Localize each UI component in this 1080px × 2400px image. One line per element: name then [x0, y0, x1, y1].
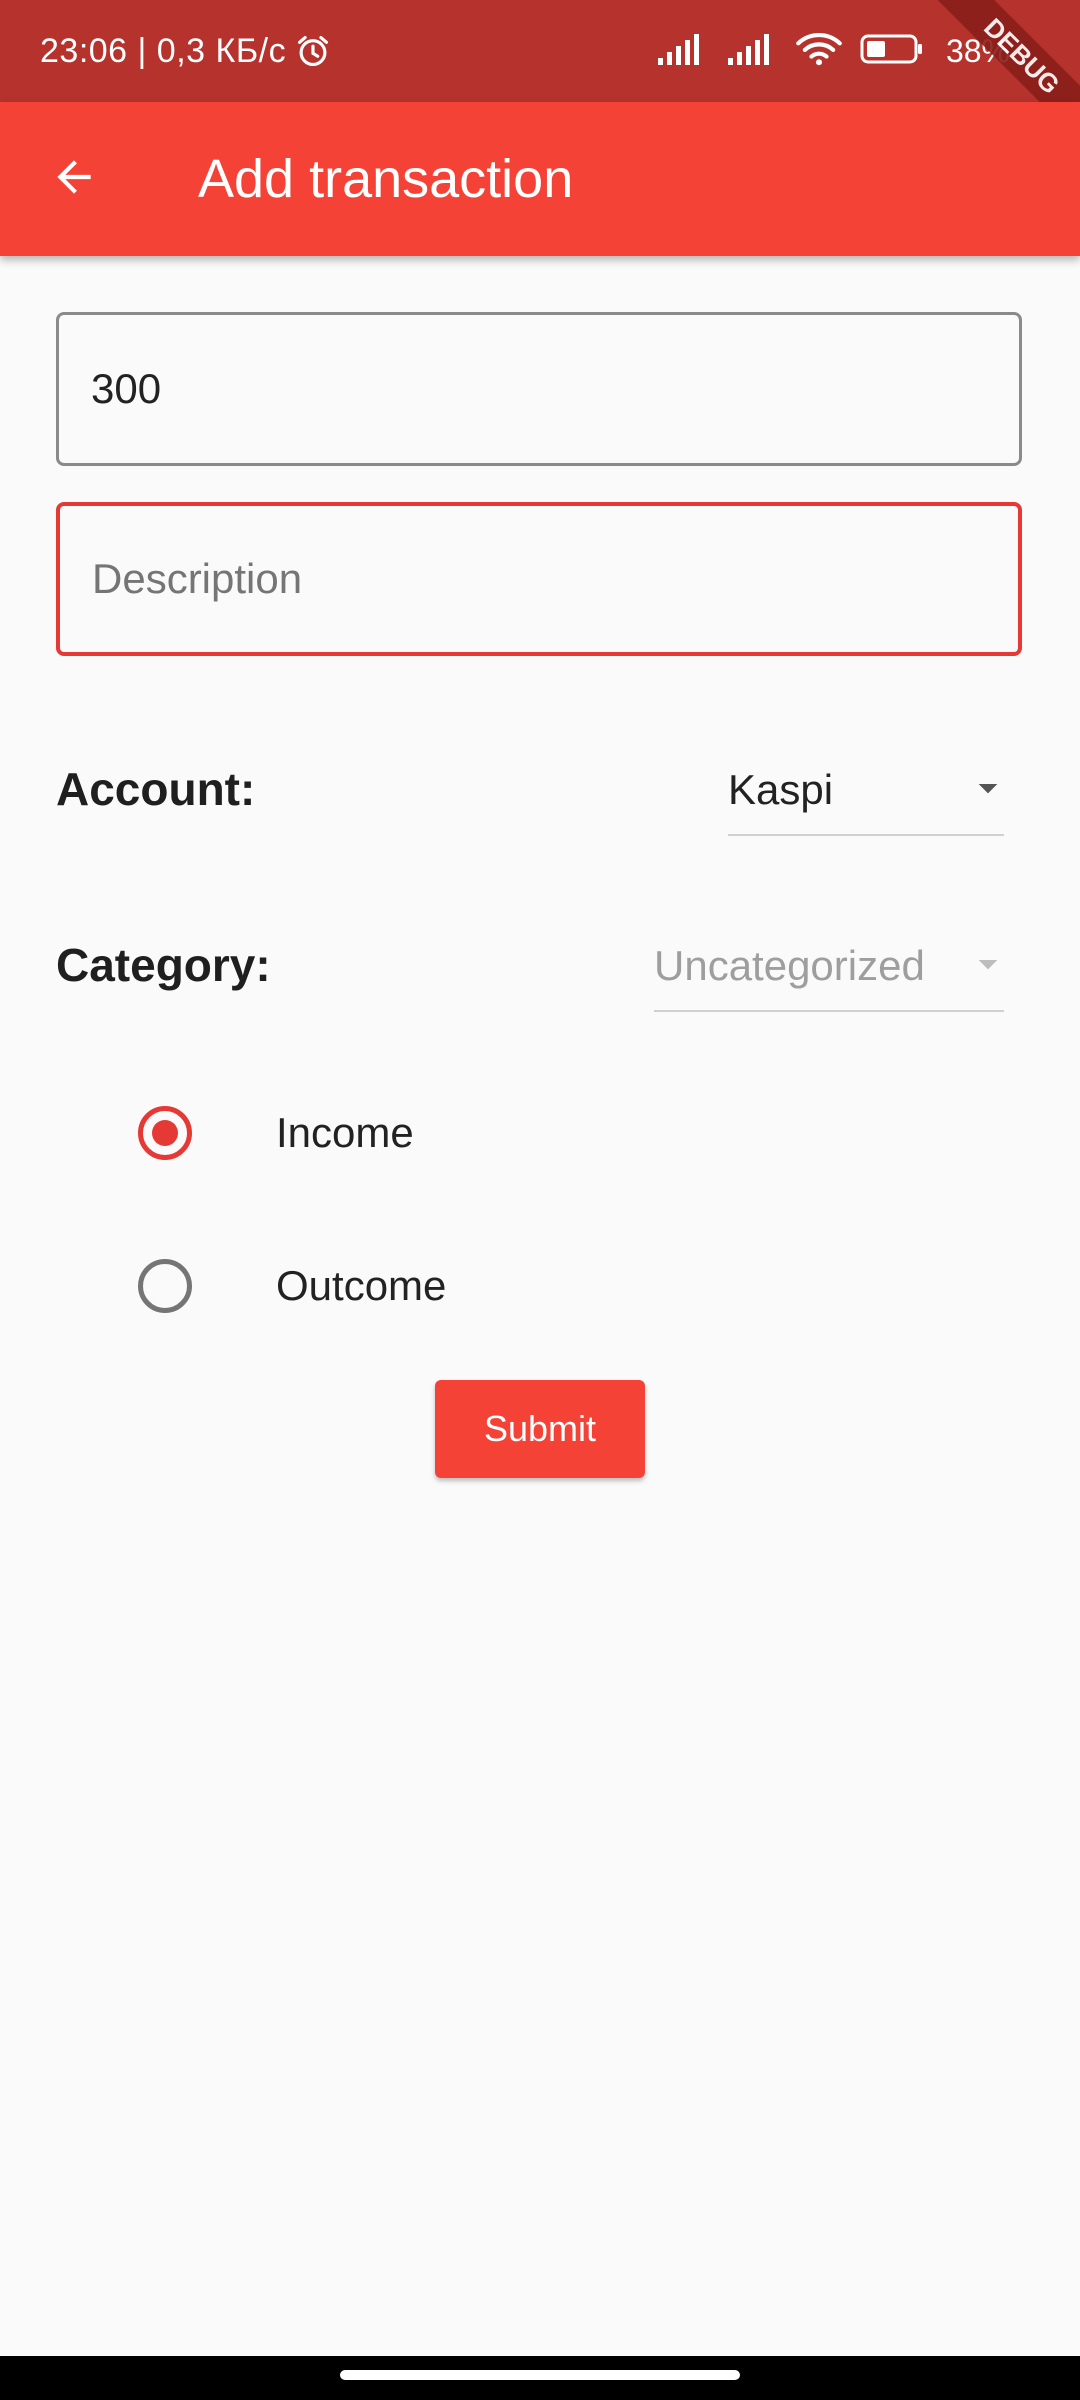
- back-button[interactable]: [36, 141, 112, 217]
- radio-dot: [152, 1120, 178, 1146]
- battery-icon: [860, 33, 924, 70]
- page-title: Add transaction: [198, 149, 574, 209]
- radio-label-outcome: Outcome: [276, 1262, 447, 1309]
- app-bar: Add transaction: [0, 102, 1080, 256]
- home-indicator[interactable]: [340, 2370, 740, 2380]
- account-dropdown[interactable]: Kaspi: [728, 746, 1004, 836]
- dropdown-arrow-icon: [972, 948, 1004, 985]
- dropdown-arrow-icon: [972, 772, 1004, 809]
- arrow-back-icon: [49, 152, 99, 207]
- account-label: Account:: [56, 763, 256, 815]
- category-value: Uncategorized: [654, 942, 925, 989]
- signal-icon: [656, 32, 708, 71]
- radio-button-selected[interactable]: [138, 1106, 192, 1160]
- status-bar: 23:06 | 0,3 КБ/с 38%: [0, 0, 1080, 102]
- radio-button-unselected[interactable]: [138, 1259, 192, 1313]
- status-time-speed: 23:06 | 0,3 КБ/с: [40, 31, 287, 70]
- wifi-icon: [796, 32, 842, 71]
- amount-input[interactable]: [59, 315, 1019, 463]
- radio-outcome[interactable]: Outcome: [0, 1231, 1080, 1341]
- signal-icon: [726, 32, 778, 71]
- radio-income[interactable]: Income: [0, 1078, 1080, 1188]
- radio-label-income: Income: [276, 1109, 414, 1156]
- description-input[interactable]: [60, 506, 1018, 652]
- account-value: Kaspi: [728, 766, 834, 813]
- category-dropdown[interactable]: Uncategorized: [654, 922, 1004, 1012]
- navigation-bar: [0, 2356, 1080, 2400]
- alarm-icon: [294, 32, 332, 70]
- category-label: Category:: [56, 939, 271, 991]
- submit-button[interactable]: Submit: [435, 1380, 645, 1478]
- status-left: 23:06 | 0,3 КБ/с: [40, 0, 332, 102]
- description-field[interactable]: [56, 502, 1022, 656]
- amount-field[interactable]: [56, 312, 1022, 466]
